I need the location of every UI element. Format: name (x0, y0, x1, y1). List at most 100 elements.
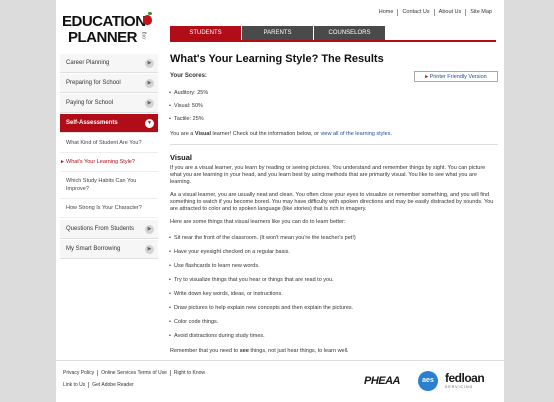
footer-link-link-to-us[interactable]: Link to Us (63, 382, 90, 388)
current-page-marker-icon: ► (60, 159, 65, 165)
tip-text: Color code things. (174, 319, 219, 325)
bullet-icon: • (169, 90, 171, 96)
tab-underline (170, 40, 496, 42)
sidebar-subitem-learning-style[interactable]: ► What's Your Learning Style? (60, 153, 158, 172)
logo-tag: .org (141, 31, 148, 41)
tip-item: • Write down key words, ideas, or instruc… (169, 291, 283, 298)
sidebar-item-my-smart-borrowing[interactable]: My Smart Borrowing ▶ (60, 240, 158, 259)
top-link-home[interactable]: Home (375, 9, 399, 16)
page: EDUCATION PLANNER .org Home Contact Us A… (56, 0, 504, 402)
sidebar-item-label: Preparing for School (66, 80, 121, 86)
tip-item: • Draw pictures to help explain new conce… (169, 305, 354, 312)
logo-line2: PLANNER (68, 29, 138, 46)
sidebar-subitem-study-habits[interactable]: Which Study Habits Can You Improve? (60, 172, 158, 199)
result-prefix: You are a (170, 131, 195, 137)
pheaa-logo[interactable]: PHEAA (364, 375, 401, 387)
score-auditory: • Auditory: 25% (169, 90, 209, 97)
footer-links-row2: Link to Us Get Adobe Reader (63, 382, 137, 388)
fedloan-logo-subtext: SERVICING (445, 385, 474, 389)
tip-item: • Sit near the front of the classroom. (I… (169, 235, 356, 242)
closing-sentence: Remember that you need to see things, no… (170, 348, 496, 355)
closing-pre: Remember that you need to (170, 348, 240, 354)
score-text: Auditory: 25% (174, 90, 209, 96)
score-visual: • Visual: 50% (169, 103, 203, 110)
footer-link-right-to-know[interactable]: Right to Know (171, 370, 208, 376)
sidebar-item-questions-from-students[interactable]: Questions From Students ▶ (60, 220, 158, 239)
bullet-icon: • (169, 291, 171, 297)
sidebar-item-preparing-for-school[interactable]: Preparing for School ▶ (60, 74, 158, 93)
fedloan-logo[interactable]: fedloan SERVICING (445, 371, 485, 389)
sidebar-subitem-label: What's Your Learning Style? (66, 159, 135, 165)
footer-link-privacy[interactable]: Privacy Policy (63, 370, 99, 376)
printer-friendly-button[interactable]: ▸ Printer Friendly Version (414, 71, 498, 82)
score-text: Visual: 50% (174, 103, 203, 109)
closing-post: things, not just hear things, to learn w… (248, 348, 349, 354)
tab-parents[interactable]: PARENTS (242, 26, 313, 40)
top-links: Home Contact Us About Us Site Map (375, 9, 496, 16)
aes-logo[interactable]: aes (418, 371, 438, 391)
sidebar-subitem-what-kind-of-student[interactable]: What Kind of Student Are You? (60, 134, 158, 153)
paragraph-tips-intro: Here are some things that visual learner… (170, 219, 346, 225)
play-icon: ▸ (425, 74, 429, 80)
main-content: What's Your Learning Style? The Results … (169, 52, 498, 354)
sidebar-item-label: Self-Assessments (66, 120, 118, 126)
sidebar-item-career-planning[interactable]: Career Planning ▶ (60, 54, 158, 73)
sidebar-item-label: My Smart Borrowing (66, 246, 121, 252)
bullet-icon: • (169, 235, 171, 241)
tip-item: • Have your eyesight checked on a regular… (169, 249, 290, 256)
top-link-contact[interactable]: Contact Us (398, 9, 435, 16)
result-end: . (390, 131, 392, 137)
bullet-icon: • (169, 305, 171, 311)
bullet-icon: • (169, 277, 171, 283)
chevron-right-icon: ▶ (145, 99, 154, 108)
fedloan-logo-text: fedloan (445, 371, 485, 385)
chevron-right-icon: ▶ (145, 59, 154, 68)
logo-line1: EDUCATION (62, 13, 146, 30)
bullet-icon: • (169, 116, 171, 122)
footer-link-terms[interactable]: Online Services Terms of Use (98, 370, 171, 376)
footer-link-adobe-reader[interactable]: Get Adobe Reader (89, 382, 136, 388)
sidebar-item-label: Questions From Students (66, 226, 135, 232)
education-planner-logo[interactable]: EDUCATION PLANNER .org (62, 12, 152, 47)
top-link-sitemap[interactable]: Site Map (466, 9, 496, 16)
tip-item: • Try to visualize things that you hear o… (169, 277, 334, 284)
bullet-icon: • (169, 249, 171, 255)
chevron-down-icon: ▼ (145, 119, 154, 128)
scores-label: Your Scores: (170, 73, 207, 79)
tip-text: Sit near the front of the classroom. (It… (174, 235, 356, 241)
score-text: Tactile: 25% (174, 116, 204, 122)
bullet-icon: • (169, 319, 171, 325)
sidebar-item-label: Career Planning (66, 60, 110, 66)
score-tactile: • Tactile: 25% (169, 116, 204, 123)
bullet-icon: • (169, 333, 171, 339)
tip-item: • Use flashcards to learn new words. (169, 263, 260, 270)
page-title: What's Your Learning Style? The Results (170, 53, 384, 65)
printer-friendly-label: Printer Friendly Version (429, 74, 487, 80)
tip-item: • Avoid distractions during study times. (169, 333, 265, 340)
section-heading: Visual (170, 153, 192, 162)
sidebar-item-self-assessments[interactable]: Self-Assessments ▼ (60, 114, 158, 133)
divider (170, 144, 498, 145)
chevron-right-icon: ▶ (145, 225, 154, 234)
chevron-right-icon: ▶ (145, 245, 154, 254)
sidebar: Career Planning ▶ Preparing for School ▶… (60, 54, 158, 260)
tip-text: Write down key words, ideas, or instruct… (174, 291, 283, 297)
tip-text: Avoid distractions during study times. (174, 333, 265, 339)
top-link-about[interactable]: About Us (435, 9, 467, 16)
result-sentence: You are a Visual learner! Check out the … (170, 131, 392, 138)
tip-text: Try to visualize things that you hear or… (174, 277, 334, 283)
sidebar-subitem-character[interactable]: How Strong Is Your Character? (60, 199, 158, 218)
paragraph-intro: If you are a visual learner, you learn b… (170, 165, 486, 185)
result-mid: learner! Check out the information below… (210, 131, 321, 137)
tab-counselors[interactable]: COUNSELORS (314, 26, 385, 40)
all-learning-styles-link[interactable]: view all of the learning styles (320, 131, 390, 137)
sidebar-item-paying-for-school[interactable]: Paying for School ▶ (60, 94, 158, 113)
tip-text: Have your eyesight checked on a regular … (174, 249, 290, 255)
tab-students[interactable]: STUDENTS (170, 26, 241, 40)
paragraph-traits: As a visual learner, you are usually nea… (170, 192, 494, 212)
sidebar-item-label: Paying for School (66, 100, 114, 106)
bullet-icon: • (169, 103, 171, 109)
tip-text: Draw pictures to help explain new concep… (174, 305, 354, 311)
chevron-right-icon: ▶ (145, 79, 154, 88)
tip-text: Use flashcards to learn new words. (174, 263, 260, 269)
